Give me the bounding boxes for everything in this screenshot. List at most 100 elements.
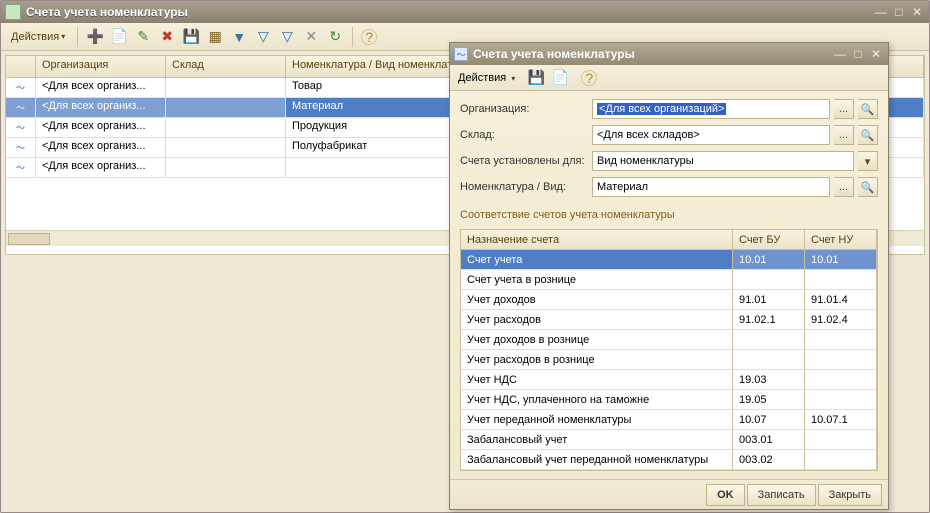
dropdown-icon: ▾ [511,74,515,83]
acc-cell-nu [805,430,877,450]
scrollbar-thumb[interactable] [8,233,50,245]
acc-row[interactable]: Учет расходов в рознице [461,350,877,370]
sklad-lookup-button[interactable]: 🔍 [858,125,878,145]
org-select-button[interactable]: ... [834,99,854,119]
card-minimize-button[interactable]: — [832,47,848,61]
acc-cell-bu: 19.03 [733,370,805,390]
save-icon[interactable]: 💾 [182,28,200,46]
row-marker-icon: ～ [6,158,36,178]
acc-cell-name: Забалансовый учет переданной номенклатур… [461,450,733,470]
acc-col-bu[interactable]: Счет БУ [733,230,805,250]
main-titlebar[interactable]: Счета учета номенклатуры — □ ✕ [1,1,929,23]
acc-header: Назначение счета Счет БУ Счет НУ [461,230,877,250]
cell-sklad [166,158,286,178]
acc-subtitle: Соответствие счетов учета номенклатуры [460,209,878,221]
write-button[interactable]: Записать [747,484,816,506]
acc-cell-name: Забалансовый учет [461,430,733,450]
acc-row[interactable]: Учет переданной номенклатуры10.0710.07.1 [461,410,877,430]
acc-col-nu[interactable]: Счет НУ [805,230,877,250]
acc-row[interactable]: Счет учета10.0110.01 [461,250,877,270]
acc-cell-nu [805,390,877,410]
row-marker-icon: ～ [6,138,36,158]
delete-icon[interactable]: ✖ [158,28,176,46]
card-titlebar[interactable]: ～ Счета учета номенклатуры — □ ✕ [450,43,888,65]
acc-cell-name: Учет доходов в рознице [461,330,733,350]
acc-cell-nu: 10.07.1 [805,410,877,430]
nom-field[interactable]: Материал [592,177,830,197]
col-sklad[interactable]: Склад [166,56,286,78]
setfor-field[interactable]: Вид номенклатуры [592,151,854,171]
card-window: ～ Счета учета номенклатуры — □ ✕ Действи… [449,42,889,510]
sklad-select-button[interactable]: ... [834,125,854,145]
card-form: Организация: <Для всех организаций> ... … [450,91,888,475]
maximize-button[interactable]: □ [891,5,907,19]
card-maximize-button[interactable]: □ [850,47,866,61]
col-org[interactable]: Организация [36,56,166,78]
acc-cell-name: Учет переданной номенклатуры [461,410,733,430]
setfor-label: Счета установлены для: [460,155,588,167]
acc-cell-name: Учет доходов [461,290,733,310]
acc-row[interactable]: Учет НДС19.03 [461,370,877,390]
org-label: Организация: [460,103,588,115]
acc-cell-name: Учет расходов в рознице [461,350,733,370]
nom-select-button[interactable]: ... [834,177,854,197]
acc-cell-name: Учет расходов [461,310,733,330]
acc-cell-bu: 003.01 [733,430,805,450]
cell-org: <Для всех организ... [36,138,166,158]
minimize-button[interactable]: — [873,5,889,19]
separator [77,27,78,47]
add-icon[interactable]: ➕ [86,28,104,46]
filter-by-value-icon[interactable]: ▼ [230,28,248,46]
card-close-button[interactable]: ✕ [868,47,884,61]
acc-cell-name: Учет НДС [461,370,733,390]
card-title: Счета учета номенклатуры [473,47,635,61]
filter-off-icon[interactable]: ✕ [302,28,320,46]
filter-icon[interactable]: ▽ [254,28,272,46]
help-icon[interactable]: ? [361,29,377,45]
acc-row[interactable]: Учет доходов в рознице [461,330,877,350]
main-title: Счета учета номенклатуры [26,5,188,19]
acc-cell-bu [733,330,805,350]
cell-org: <Для всех организ... [36,118,166,138]
save-card-icon[interactable]: 📄 [551,69,569,87]
acc-cell-bu [733,350,805,370]
filter-history-icon[interactable]: ▽ [278,28,296,46]
acc-row[interactable]: Учет расходов91.02.191.02.4 [461,310,877,330]
card-button-bar: OK Записать Закрыть [450,479,888,509]
refresh-icon[interactable]: ↻ [326,28,344,46]
acc-row[interactable]: Счет учета в рознице [461,270,877,290]
org-field[interactable]: <Для всех организаций> [592,99,830,119]
card-actions-menu[interactable]: Действия ▾ [458,72,515,84]
acc-cell-nu [805,350,877,370]
ok-button[interactable]: OK [706,484,745,506]
nom-lookup-button[interactable]: 🔍 [858,177,878,197]
col-marker[interactable] [6,56,36,78]
acc-cell-bu: 19.05 [733,390,805,410]
acc-row[interactable]: Забалансовый учет переданной номенклатур… [461,450,877,470]
card-icon: ～ [454,47,468,61]
acc-table[interactable]: Назначение счета Счет БУ Счет НУ Счет уч… [460,229,878,471]
close-card-button[interactable]: Закрыть [818,484,882,506]
setfor-dropdown-button[interactable]: ▾ [858,151,878,171]
nom-label: Номенклатура / Вид: [460,181,588,193]
copy-icon[interactable]: 📄 [110,28,128,46]
acc-row[interactable]: Забалансовый учет003.01 [461,430,877,450]
sklad-field[interactable]: <Для всех складов> [592,125,830,145]
select-mode-icon[interactable]: ▦ [206,28,224,46]
save-and-close-icon[interactable]: 💾 [527,69,545,87]
cell-sklad [166,138,286,158]
card-help-icon[interactable]: ? [581,70,597,86]
row-marker-icon: ～ [6,98,36,118]
acc-row[interactable]: Учет НДС, уплаченного на таможне19.05 [461,390,877,410]
acc-col-name[interactable]: Назначение счета [461,230,733,250]
edit-icon[interactable]: ✎ [134,28,152,46]
actions-menu[interactable]: Действия ▾ [7,29,69,45]
acc-cell-bu [733,270,805,290]
close-button[interactable]: ✕ [909,5,925,19]
app-icon [5,4,21,20]
acc-row[interactable]: Учет доходов91.0191.01.4 [461,290,877,310]
acc-cell-name: Счет учета [461,250,733,270]
acc-cell-nu [805,270,877,290]
org-lookup-button[interactable]: 🔍 [858,99,878,119]
cell-org: <Для всех организ... [36,158,166,178]
